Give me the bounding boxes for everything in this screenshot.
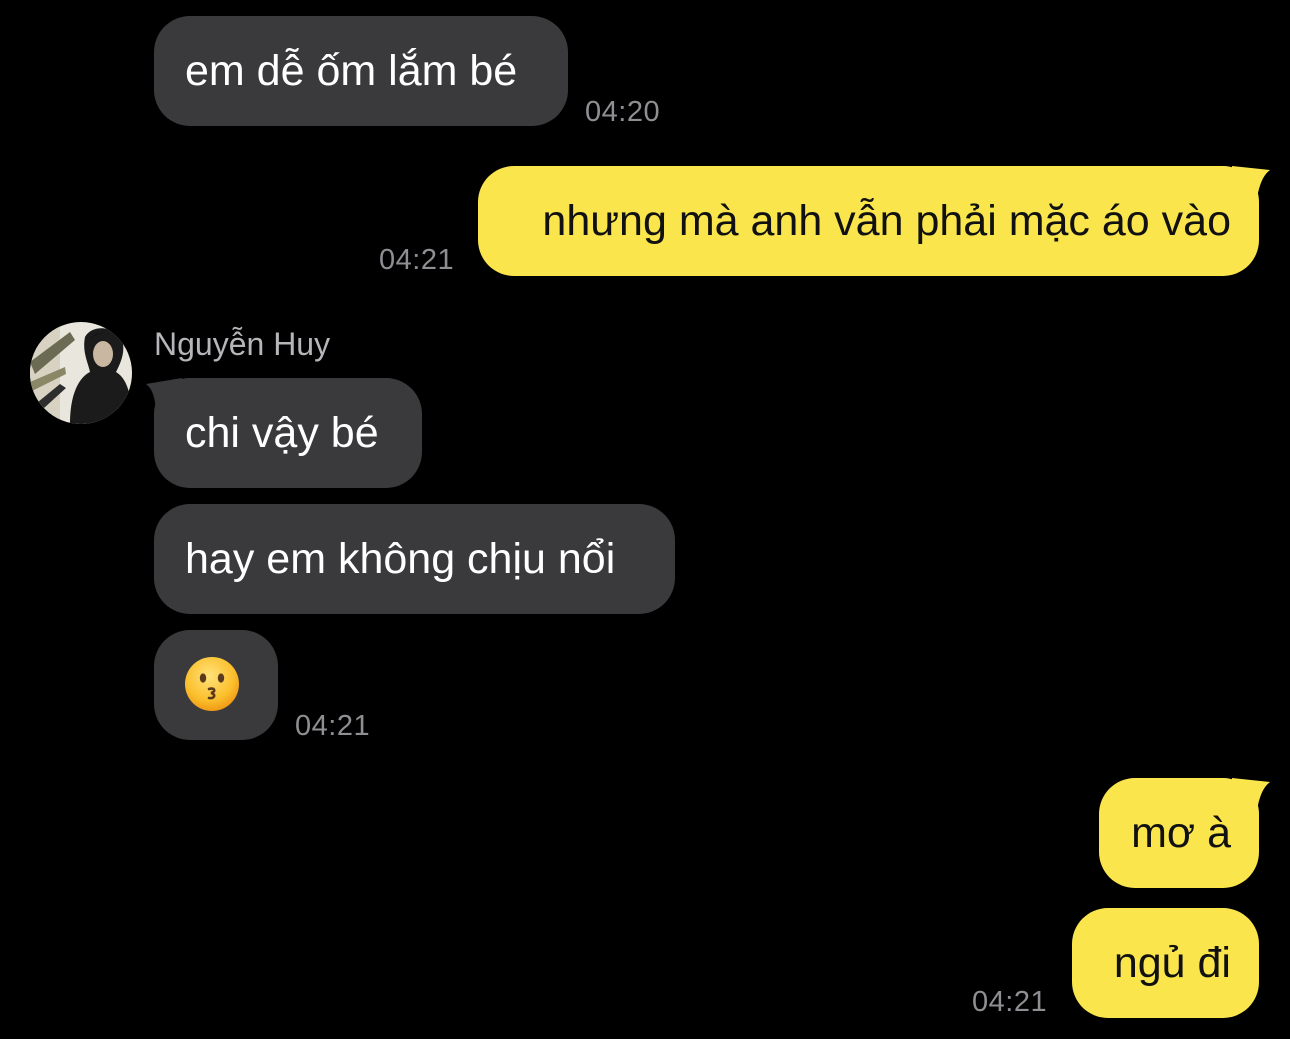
- message-text: nhưng mà anh vẫn phải mặc áo vào: [542, 197, 1231, 245]
- message-bubble-incoming[interactable]: chi vậy bé: [154, 378, 422, 488]
- message-timestamp: 04:20: [585, 96, 661, 128]
- message-timestamp: 04:21: [295, 710, 371, 742]
- message-bubble-outgoing[interactable]: ngủ đi: [1072, 908, 1259, 1018]
- message-bubble-incoming[interactable]: hay em không chịu nổi: [154, 504, 675, 614]
- message-bubble-outgoing[interactable]: nhưng mà anh vẫn phải mặc áo vào: [478, 166, 1259, 276]
- message-timestamp: 04:21: [379, 244, 455, 276]
- message-text: hay em không chịu nổi: [185, 535, 616, 583]
- message-bubble-incoming[interactable]: em dễ ốm lắm bé: [154, 16, 568, 126]
- avatar[interactable]: [30, 322, 132, 424]
- bubble-tail-icon: [1232, 166, 1270, 206]
- message-text: ngủ đi: [1113, 939, 1231, 987]
- message-text: mơ à: [1131, 809, 1231, 857]
- kissing-face-icon: [185, 657, 239, 711]
- message-text: chi vậy bé: [185, 409, 379, 457]
- profile-photo-icon: [30, 322, 132, 424]
- message-timestamp: 04:21: [972, 986, 1048, 1018]
- message-text: em dễ ốm lắm bé: [185, 47, 518, 95]
- message-bubble-incoming[interactable]: [154, 630, 278, 740]
- bubble-tail-icon: [1232, 778, 1270, 818]
- sender-name: Nguyễn Huy: [154, 326, 331, 362]
